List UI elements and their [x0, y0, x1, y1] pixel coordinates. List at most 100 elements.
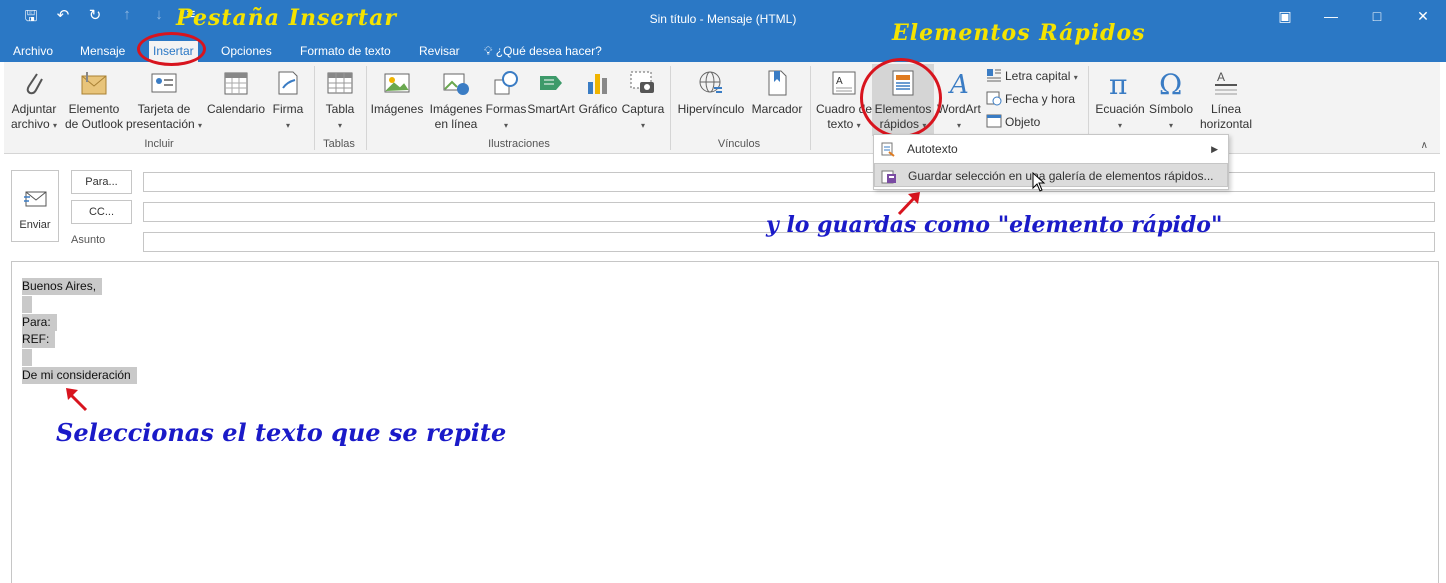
omega-icon: Ω [1159, 68, 1182, 101]
ribbon-display-options-icon[interactable]: ▣ [1262, 0, 1308, 32]
simbolo-button[interactable]: Ω Símbolo ▾ [1146, 64, 1196, 133]
group-separator [810, 66, 811, 150]
svg-text:A: A [948, 70, 969, 100]
adjuntar-archivo-button[interactable]: Adjuntar archivo ▾ [6, 64, 62, 133]
linea-horizontal-button[interactable]: A Línea horizontal [1196, 64, 1256, 132]
arrow-to-menu-icon [897, 192, 920, 216]
tab-opciones[interactable]: Opciones [217, 41, 276, 62]
tab-formato-de-texto[interactable]: Formato de texto [296, 41, 395, 62]
pi-icon: π [1109, 68, 1127, 101]
shapes-icon [494, 71, 518, 95]
group-label-ilustraciones: Ilustraciones [488, 138, 550, 150]
smartart-icon [540, 76, 562, 90]
signature-icon [278, 71, 298, 95]
send-button[interactable]: Enviar [11, 170, 59, 242]
drop-cap-icon [987, 69, 1001, 82]
annotation-elementos-rapidos: Elementos Rápidos [892, 20, 1146, 46]
window-controls: ▣ — □ ✕ [1262, 0, 1446, 32]
tab-mensaje[interactable]: Mensaje [76, 41, 129, 62]
elemento-outlook-button[interactable]: Elemento de Outlook [62, 64, 126, 132]
tell-me-box[interactable]: 💡︎ ¿Qué desea hacer? [484, 41, 602, 61]
chevron-down-icon: ▾ [285, 121, 290, 130]
paperclip-icon [26, 73, 43, 95]
objeto-button[interactable]: Objeto [986, 112, 1040, 132]
chevron-down-icon: ▾ [856, 121, 861, 130]
chevron-down-icon: ▾ [1168, 121, 1173, 130]
imagenes-en-linea-button[interactable]: Imágenes en línea [426, 64, 486, 132]
arrow-to-text-icon [66, 388, 88, 412]
ecuacion-button[interactable]: π Ecuación ▾ [1092, 64, 1148, 133]
table-icon [327, 72, 353, 94]
ribbon-tab-row: Archivo Mensaje Insertar Opciones Format… [0, 38, 1446, 62]
close-button[interactable]: ✕ [1400, 0, 1446, 32]
smartart-button[interactable]: SmartArt [526, 64, 576, 117]
svg-text:A: A [1217, 70, 1225, 84]
para-button[interactable]: Para... [71, 170, 132, 194]
minimize-button[interactable]: — [1308, 0, 1354, 32]
collapse-ribbon-icon[interactable]: ∧ [1421, 140, 1428, 151]
tell-me-label: ¿Qué desea hacer? [495, 44, 602, 58]
lightbulb-icon: 💡︎ [484, 44, 493, 58]
screenshot-icon [630, 71, 654, 93]
autotext-icon [881, 142, 895, 157]
picture-icon [384, 73, 410, 93]
group-label-tablas: Tablas [323, 138, 355, 150]
firma-button[interactable]: Firma ▾ [268, 64, 308, 133]
chevron-down-icon: ▾ [1117, 121, 1122, 130]
annotation-pestana-insertar: Pestaña Insertar [176, 5, 397, 31]
tarjeta-presentacion-button[interactable]: Tarjeta de presentación ▾ [124, 64, 204, 133]
chart-icon [588, 74, 607, 94]
globe-link-icon [699, 71, 722, 93]
calendario-button[interactable]: Calendario [204, 64, 268, 117]
chevron-down-icon: ▾ [503, 121, 508, 130]
body-line-empty [22, 296, 32, 313]
tab-archivo[interactable]: Archivo [9, 41, 57, 62]
fecha-y-hora-button[interactable]: Fecha y hora [986, 89, 1075, 109]
svg-text:Ω: Ω [1159, 68, 1182, 101]
text-box-icon: A [832, 71, 856, 95]
captura-button[interactable]: Captura ▾ [620, 64, 666, 133]
group-label-vinculos: Vínculos [717, 138, 761, 150]
outlook-item-icon [81, 72, 107, 95]
annotation-selecciona: Seleccionas el texto que se repite [56, 418, 507, 447]
chevron-down-icon: ▾ [640, 121, 645, 130]
tab-revisar[interactable]: Revisar [415, 41, 464, 62]
imagenes-button[interactable]: Imágenes [370, 64, 424, 117]
group-label-incluir: Incluir [144, 138, 174, 150]
grafico-button[interactable]: Gráfico [576, 64, 620, 117]
online-picture-icon [443, 73, 469, 95]
business-card-icon [151, 73, 177, 93]
formas-button[interactable]: Formas ▾ [484, 64, 528, 133]
mouse-cursor-icon [1032, 171, 1046, 192]
calendar-icon [224, 72, 248, 95]
cc-button[interactable]: CC... [71, 200, 132, 224]
highlight-circle-insertar [137, 32, 206, 66]
body-line-consideracion: De mi consideración [22, 367, 137, 384]
menu-item-autotexto[interactable]: Autotexto ▶ [874, 137, 1228, 161]
marcador-button[interactable]: Marcador [748, 64, 806, 117]
chevron-down-icon: ▾ [53, 121, 58, 130]
bookmark-icon [768, 70, 787, 96]
letra-capital-button[interactable]: Letra capital ▾ [986, 66, 1078, 86]
annotation-guardas: y lo guardas como "elemento rápido" [766, 212, 1223, 238]
maximize-button[interactable]: □ [1354, 0, 1400, 32]
hipervinculo-button[interactable]: Hipervínculo [676, 64, 746, 117]
subject-label: Asunto [71, 234, 106, 246]
date-time-icon [986, 91, 1002, 106]
group-separator [670, 66, 671, 150]
body-line-para: Para: [22, 314, 57, 331]
tabla-button[interactable]: Tabla ▾ [320, 64, 360, 133]
group-separator [366, 66, 367, 150]
horizontal-line-icon: A [1215, 70, 1237, 95]
object-icon [986, 114, 1002, 128]
send-envelope-icon [24, 191, 47, 207]
to-field[interactable] [143, 172, 1435, 192]
highlight-circle-elementos [860, 58, 942, 138]
submenu-arrow-icon: ▶ [1211, 144, 1218, 154]
menu-item-guardar-seleccion[interactable]: Guardar selección en una galería de elem… [874, 163, 1228, 187]
chevron-down-icon: ▾ [1073, 73, 1078, 82]
chevron-down-icon: ▾ [337, 121, 342, 130]
body-line-greeting: Buenos Aires, [22, 278, 103, 295]
svg-text:π: π [1109, 68, 1127, 101]
body-line-empty [22, 349, 32, 366]
